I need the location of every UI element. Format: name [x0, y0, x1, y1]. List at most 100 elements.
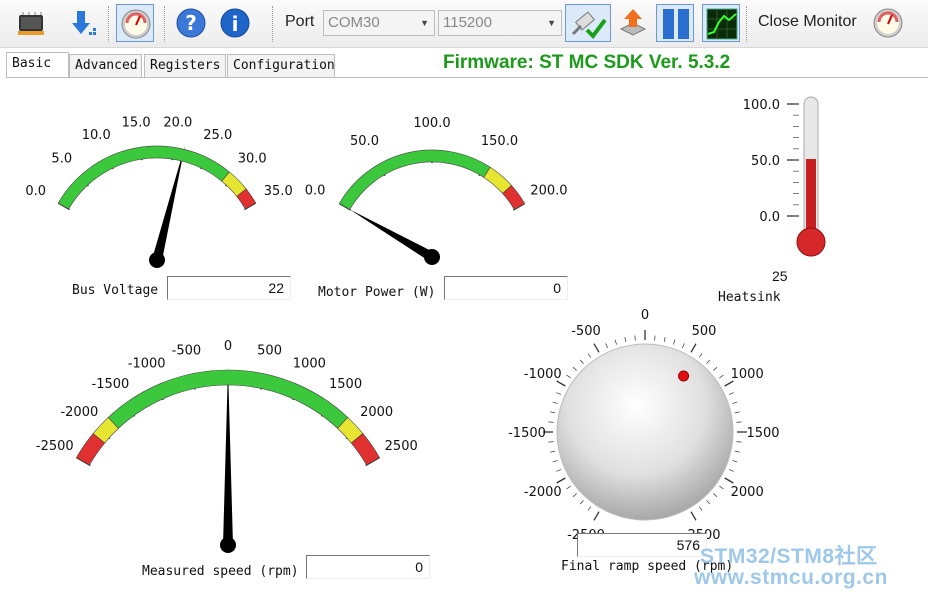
knob-major-tick: [593, 511, 600, 521]
bus-voltage-minor-tick: [242, 191, 249, 196]
knob-minor-tick: [673, 339, 676, 345]
measured-speed-tick-label: -1000: [128, 356, 166, 371]
knob-minor-tick: [698, 506, 703, 511]
measured-speed-tick-label: -500: [172, 343, 202, 358]
bus-voltage-minor-tick: [101, 160, 106, 167]
measured-speed-minor-tick: [119, 407, 125, 415]
knob-minor-tick: [736, 441, 742, 443]
knob-minor-tick: [552, 460, 558, 463]
port-select[interactable]: COM30 ▼: [323, 10, 435, 36]
info-button[interactable]: i: [216, 4, 254, 42]
motor-power-minor-tick: [420, 150, 422, 158]
measured-speed-major-tick: [156, 384, 164, 401]
upload-button[interactable]: [614, 4, 652, 42]
thermometer-tube: [803, 96, 819, 241]
knob-minor-tick: [682, 343, 685, 349]
heatsink-label: Heatsink: [718, 290, 781, 305]
motor-power-minor-tick: [442, 150, 444, 158]
final-ramp-speed-input[interactable]: 576: [577, 533, 707, 557]
knob-minor-tick: [548, 421, 554, 423]
motor-power-minor-tick: [352, 185, 358, 191]
chip-button[interactable]: [12, 4, 50, 42]
knob-minor-tick: [654, 335, 656, 341]
bus-voltage-value: 22: [167, 276, 291, 300]
bus-voltage-minor-tick: [246, 196, 253, 202]
tab-registers[interactable]: Registers: [144, 54, 226, 77]
measured-speed-minor-tick: [241, 370, 243, 379]
toolbar: ? i Port COM30 ▼ 115200 ▼ Close Monitor: [0, 0, 928, 48]
motor-power-zone: [483, 166, 512, 194]
tab-advanced[interactable]: Advanced: [69, 54, 142, 77]
knob-minor-tick: [614, 339, 617, 345]
measured-speed-zone: [107, 369, 349, 429]
measured-speed-minor-tick: [289, 382, 293, 391]
bus-voltage-tick-label: 0.0: [25, 184, 46, 199]
motor-power-zone: [502, 184, 526, 210]
pause-button[interactable]: [656, 4, 694, 42]
knob-major-tick: [724, 380, 734, 387]
bus-voltage-minor-tick: [84, 171, 90, 178]
help-button[interactable]: ?: [172, 4, 210, 42]
bus-voltage-major-tick: [57, 202, 70, 211]
scope-button[interactable]: [702, 4, 740, 42]
measured-speed-label: Measured speed (rpm): [142, 564, 299, 579]
measured-speed-minor-tick: [341, 417, 349, 424]
download-button[interactable]: [64, 4, 102, 42]
measured-speed-minor-tick: [356, 433, 364, 439]
connect-plug-icon: [571, 11, 607, 40]
knob-minor-tick: [548, 441, 554, 443]
bus-voltage-minor-tick: [74, 180, 80, 187]
measured-speed-minor-tick: [331, 407, 337, 415]
measured-speed-minor-tick: [275, 377, 279, 386]
chip-icon: [18, 12, 44, 35]
knob-tick-label: -1500: [508, 426, 546, 441]
monitor-gauge-button[interactable]: [116, 4, 154, 42]
bus-voltage-label: Bus Voltage: [72, 283, 159, 298]
tab-basic[interactable]: Basic: [6, 52, 69, 78]
knob-major-tick: [556, 380, 566, 387]
measured-speed-minor-tick: [92, 433, 100, 439]
motor-power-minor-tick: [398, 155, 402, 162]
bus-voltage-minor-tick: [65, 191, 72, 196]
tab-configuration[interactable]: Configuration: [227, 54, 335, 77]
knob-minor-tick: [552, 401, 558, 404]
close-monitor-label[interactable]: Close Monitor: [758, 13, 857, 31]
bus-voltage-minor-tick: [126, 150, 129, 157]
knob-minor-tick: [556, 469, 562, 472]
thermometer-mercury: [806, 159, 816, 240]
knob-major-tick: [690, 343, 697, 353]
measured-speed-minor-tick: [255, 372, 258, 381]
measured-speed-minor-tick: [143, 391, 148, 400]
measured-speed-minor-tick: [346, 422, 354, 429]
measured-speed-major-tick: [76, 456, 91, 467]
bus-voltage-minor-tick: [89, 167, 95, 174]
knob-minor-tick: [572, 366, 577, 371]
bus-voltage-major-tick: [78, 175, 89, 187]
knob-minor-tick: [663, 337, 666, 343]
bus-voltage-major-tick: [244, 202, 257, 211]
heatsink-thermometer: 100.0 50.0 0.0: [743, 96, 826, 257]
baud-select[interactable]: 115200 ▼: [438, 10, 562, 36]
bus-voltage-minor-tick: [69, 186, 76, 191]
measured-speed-major-tick: [365, 456, 380, 467]
motor-power-tick-label: 50.0: [350, 134, 379, 149]
knob-tick-label: -500: [571, 324, 601, 339]
knob-minor-tick: [587, 506, 592, 511]
chevron-down-icon: ▼: [547, 18, 556, 28]
motor-power-minor-tick: [490, 170, 496, 176]
measured-speed-tick-label: 1500: [329, 377, 362, 392]
bus-voltage-minor-tick: [166, 146, 168, 154]
bus-voltage-major-tick: [200, 156, 208, 170]
bus-voltage-tick-label: 10.0: [82, 128, 111, 143]
knob-tick-label: 1000: [731, 367, 764, 382]
motor-power-minor-tick: [513, 193, 519, 199]
connect-button[interactable]: [565, 4, 611, 42]
knob-minor-tick: [572, 493, 577, 498]
bus-voltage-major-tick: [171, 147, 175, 161]
measured-speed-major-tick: [97, 427, 111, 440]
knob-minor-tick: [713, 366, 718, 371]
close-monitor-button[interactable]: [869, 4, 907, 42]
upload-icon: [619, 9, 647, 36]
measured-speed-minor-tick: [80, 450, 88, 456]
measured-speed-minor-tick: [102, 422, 110, 429]
